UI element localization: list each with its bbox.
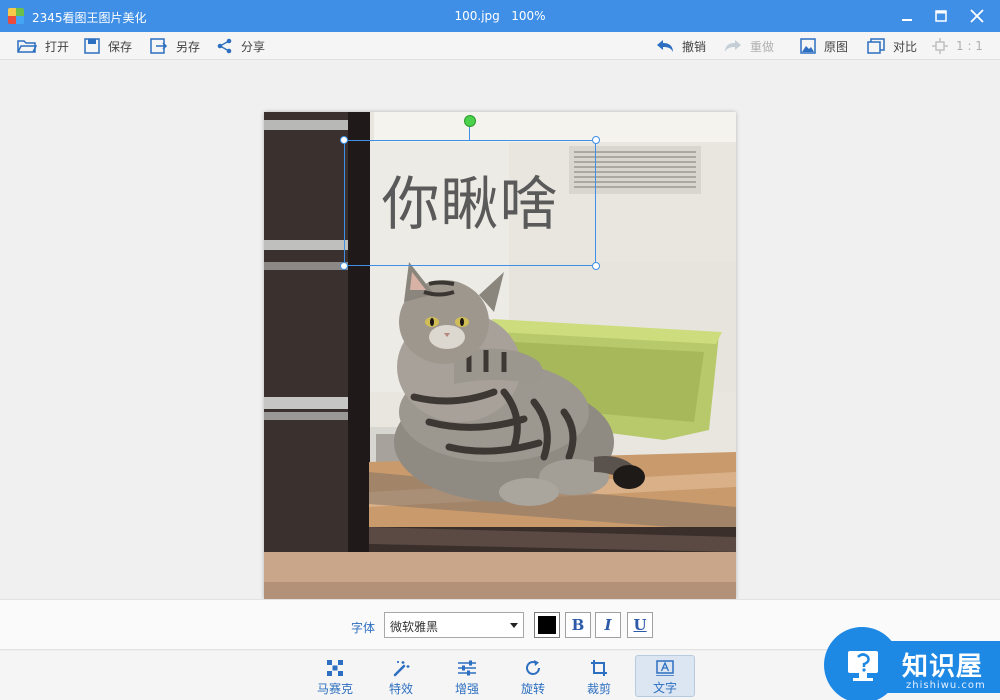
maximize-icon [935, 10, 947, 22]
actual-size-label: 1 : 1 [956, 39, 983, 53]
compare-label: 对比 [893, 39, 918, 54]
question-monitor-icon [848, 651, 878, 681]
resize-handle-top-left[interactable] [340, 136, 348, 144]
font-family-value: 微软雅黑 [390, 620, 439, 634]
redo-icon [725, 40, 741, 52]
rotate-label: 旋转 [520, 682, 545, 696]
redo-label: 重做 [750, 39, 775, 54]
main-toolbar: 打开 保存 另存 分享 撤销 重做 原图 对比 1 : 1 [0, 32, 1000, 60]
undo-label: 撤销 [682, 39, 707, 54]
crop-tool-button[interactable]: 裁剪 [569, 655, 629, 697]
rotate-icon [526, 660, 540, 675]
watermark-circle [824, 627, 900, 700]
undo-button[interactable]: 撤销 [656, 36, 706, 56]
share-label: 分享 [241, 39, 266, 54]
font-label: 字体 [351, 621, 376, 635]
image-canvas[interactable]: 你瞅啥 [0, 61, 1000, 599]
minimize-button[interactable] [892, 4, 922, 28]
rotate-handle[interactable] [464, 115, 476, 127]
compare-icon [867, 38, 885, 54]
crop-icon [591, 660, 607, 676]
close-icon [970, 9, 984, 23]
mosaic-tool-button[interactable]: 马赛克 [305, 655, 365, 697]
magic-wand-icon [393, 661, 410, 677]
document-title: 100.jpg 100% [0, 9, 1000, 23]
app-title: 2345看图王图片美化 [32, 11, 147, 25]
text-icon [656, 660, 674, 676]
enhance-tool-button[interactable]: 增强 [437, 655, 497, 697]
watermark-subtitle: zhishiwu.com [906, 680, 986, 691]
share-button[interactable]: 分享 [217, 36, 265, 56]
original-button[interactable]: 原图 [800, 36, 848, 56]
text-tool-button[interactable]: 文字 [635, 655, 695, 697]
save-label: 保存 [108, 39, 133, 54]
font-family-select[interactable]: 微软雅黑 [384, 612, 524, 638]
save-as-button[interactable]: 另存 [150, 36, 200, 56]
compare-button[interactable]: 对比 [867, 36, 917, 56]
text-label: 文字 [652, 681, 677, 695]
overlay-text[interactable]: 你瞅啥 [344, 165, 596, 243]
save-as-icon [150, 38, 168, 54]
resize-handle-top-right[interactable] [592, 136, 600, 144]
enhance-label: 增强 [454, 682, 479, 696]
save-as-label: 另存 [176, 39, 201, 54]
maximize-button[interactable] [926, 4, 956, 28]
underline-button[interactable]: U [627, 612, 653, 638]
redo-button[interactable]: 重做 [724, 36, 774, 56]
effects-label: 特效 [388, 682, 413, 696]
file-name: 100.jpg [454, 9, 500, 23]
rotate-connector [469, 125, 470, 140]
watermark-logo: 知识屋 zhishiwu.com [824, 627, 1000, 700]
app-logo-icon [8, 8, 24, 24]
sliders-icon [458, 660, 476, 676]
resize-handle-bottom-right[interactable] [592, 262, 600, 270]
undo-icon [657, 40, 673, 52]
original-label: 原图 [824, 39, 849, 54]
title-bar: 2345看图王图片美化 100.jpg 100% [0, 0, 1000, 32]
mosaic-icon [327, 660, 343, 676]
bold-button[interactable]: B [565, 612, 591, 638]
crop-label: 裁剪 [586, 682, 611, 696]
actual-size-icon [932, 38, 948, 54]
close-button[interactable] [962, 4, 992, 28]
text-color-picker[interactable] [534, 612, 560, 638]
open-label: 打开 [45, 39, 70, 54]
mosaic-label: 马赛克 [316, 682, 353, 696]
share-icon [217, 38, 232, 54]
minimize-icon [902, 19, 912, 21]
effects-tool-button[interactable]: 特效 [371, 655, 431, 697]
actual-size-button[interactable]: 1 : 1 [932, 36, 983, 56]
watermark-title: 知识屋 [902, 652, 984, 682]
rotate-tool-button[interactable]: 旋转 [503, 655, 563, 697]
resize-handle-bottom-left[interactable] [340, 262, 348, 270]
dropdown-arrow-icon [510, 623, 518, 628]
color-swatch-fill [538, 616, 556, 634]
floppy-disk-icon [84, 38, 100, 54]
folder-open-icon [17, 40, 37, 53]
italic-button[interactable]: I [595, 612, 621, 638]
image-icon [800, 38, 816, 54]
save-button[interactable]: 保存 [84, 36, 132, 56]
zoom-level: 100% [511, 9, 546, 23]
open-button[interactable]: 打开 [17, 36, 69, 56]
